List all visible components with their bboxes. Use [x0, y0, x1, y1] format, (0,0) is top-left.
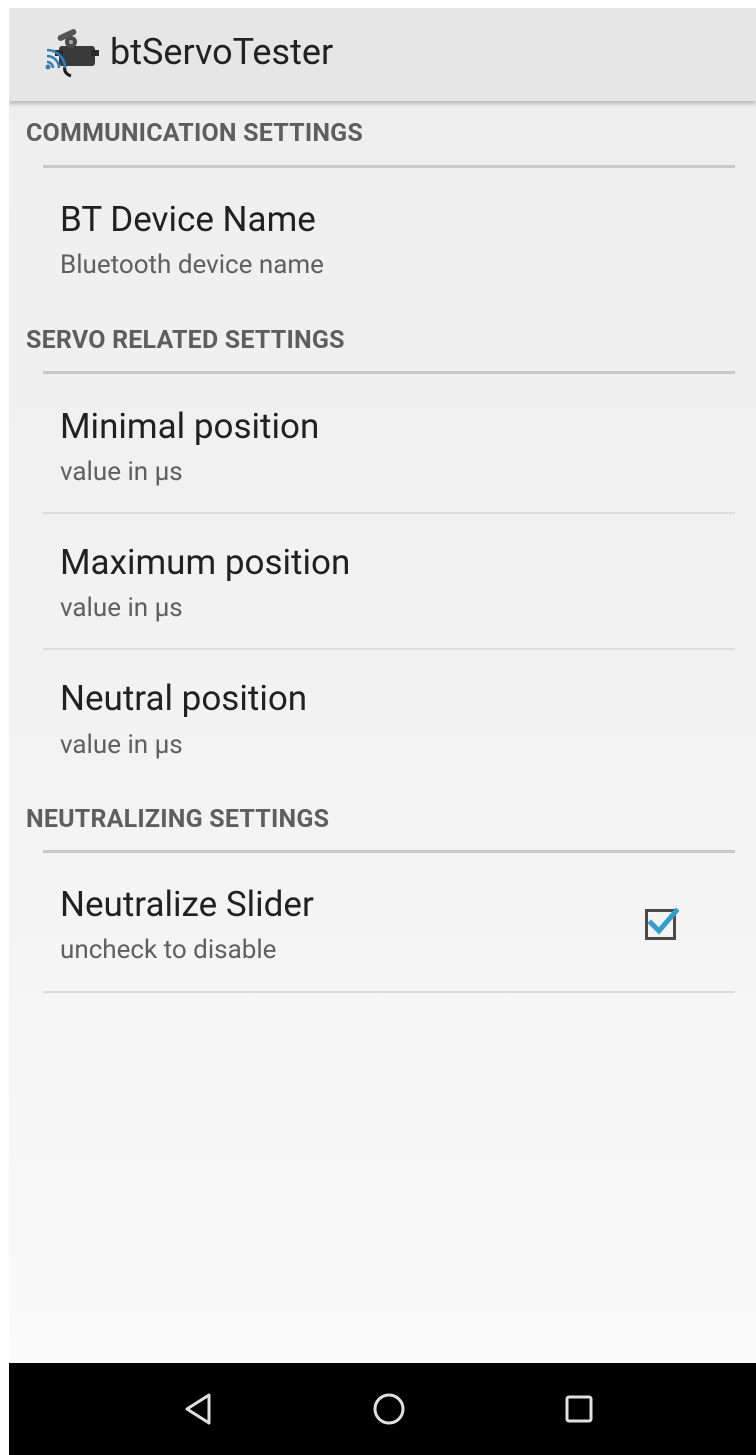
- pref-title: BT Device Name: [60, 199, 316, 240]
- category-servo-title: SERVO RELATED SETTINGS: [26, 326, 345, 355]
- pref-title: Minimal position: [60, 406, 320, 447]
- category-divider: [43, 371, 735, 374]
- checkmark-icon: [647, 907, 679, 935]
- system-nav-bar: [9, 1363, 756, 1455]
- pref-summary: value in µs: [60, 730, 183, 760]
- home-icon[interactable]: [367, 1387, 411, 1431]
- pref-summary: value in µs: [60, 457, 183, 487]
- app-title: btServoTester: [110, 31, 334, 73]
- list-divider: [43, 991, 735, 993]
- neutralize-slider-checkbox[interactable]: [645, 906, 679, 940]
- category-neutralizing-title: NEUTRALIZING SETTINGS: [26, 805, 330, 834]
- category-communication-title: COMMUNICATION SETTINGS: [26, 119, 364, 148]
- list-divider: [43, 648, 735, 650]
- pref-summary: Bluetooth device name: [60, 250, 324, 280]
- category-divider: [43, 165, 735, 168]
- category-divider: [43, 850, 735, 853]
- recents-icon[interactable]: [557, 1387, 601, 1431]
- back-icon[interactable]: [177, 1387, 221, 1431]
- pref-title: Neutralize Slider: [60, 884, 314, 925]
- screen: btServoTester COMMUNICATION SETTINGS BT …: [9, 8, 756, 1455]
- action-bar: btServoTester: [9, 8, 756, 101]
- pref-summary: uncheck to disable: [60, 935, 277, 965]
- pref-title: Neutral position: [60, 678, 308, 719]
- pref-title: Maximum position: [60, 542, 351, 583]
- list-divider: [43, 512, 735, 514]
- servo-bluetooth-app-icon: [45, 29, 99, 78]
- pref-summary: value in µs: [60, 593, 183, 623]
